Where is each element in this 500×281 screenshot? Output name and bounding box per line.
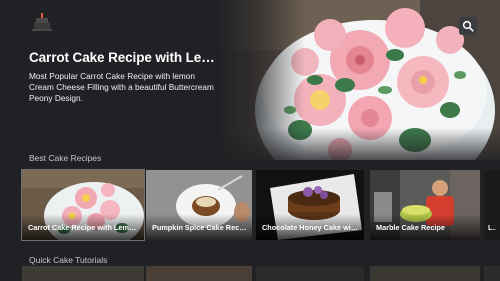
card-title: Pumpkin Spice Cake Recipe <box>152 223 248 232</box>
card-title: Carrot Cake Recipe with Lemon... <box>28 223 140 232</box>
tutorial-card[interactable] <box>256 266 364 281</box>
tutorial-card[interactable] <box>22 266 144 281</box>
search-icon <box>462 20 474 32</box>
tutorial-card[interactable] <box>484 266 500 281</box>
best-cake-recipes-row: Carrot Cake Recipe with Lemon... Pumpkin… <box>0 169 500 241</box>
hero-title: Carrot Cake Recipe with Lemo... <box>29 50 219 65</box>
card-title: Lus <box>488 223 496 232</box>
video-card-chocolate-honey-cake[interactable]: Chocolate Honey Cake with... <box>256 170 364 240</box>
quick-cake-tutorials-row <box>0 266 500 281</box>
row-title-best-cake-recipes: Best Cake Recipes <box>29 153 102 163</box>
search-button[interactable] <box>459 17 477 35</box>
card-title: Marble Cake Recipe <box>376 223 445 232</box>
hero-description: Most Popular Carrot Cake Recipe with lem… <box>29 71 214 104</box>
video-card-marble-cake[interactable]: Marble Cake Recipe <box>370 170 480 240</box>
row-title-quick-cake-tutorials: Quick Cake Tutorials <box>29 255 108 265</box>
cake-logo-icon <box>32 13 52 31</box>
tutorial-card[interactable] <box>370 266 480 281</box>
video-card-partial[interactable]: Lus <box>484 170 500 240</box>
tutorial-card[interactable] <box>146 266 252 281</box>
card-title: Chocolate Honey Cake with... <box>262 223 360 232</box>
video-card-pumpkin-spice-cake[interactable]: Pumpkin Spice Cake Recipe <box>146 170 252 240</box>
video-card-carrot-cake[interactable]: Carrot Cake Recipe with Lemon... <box>21 169 145 241</box>
